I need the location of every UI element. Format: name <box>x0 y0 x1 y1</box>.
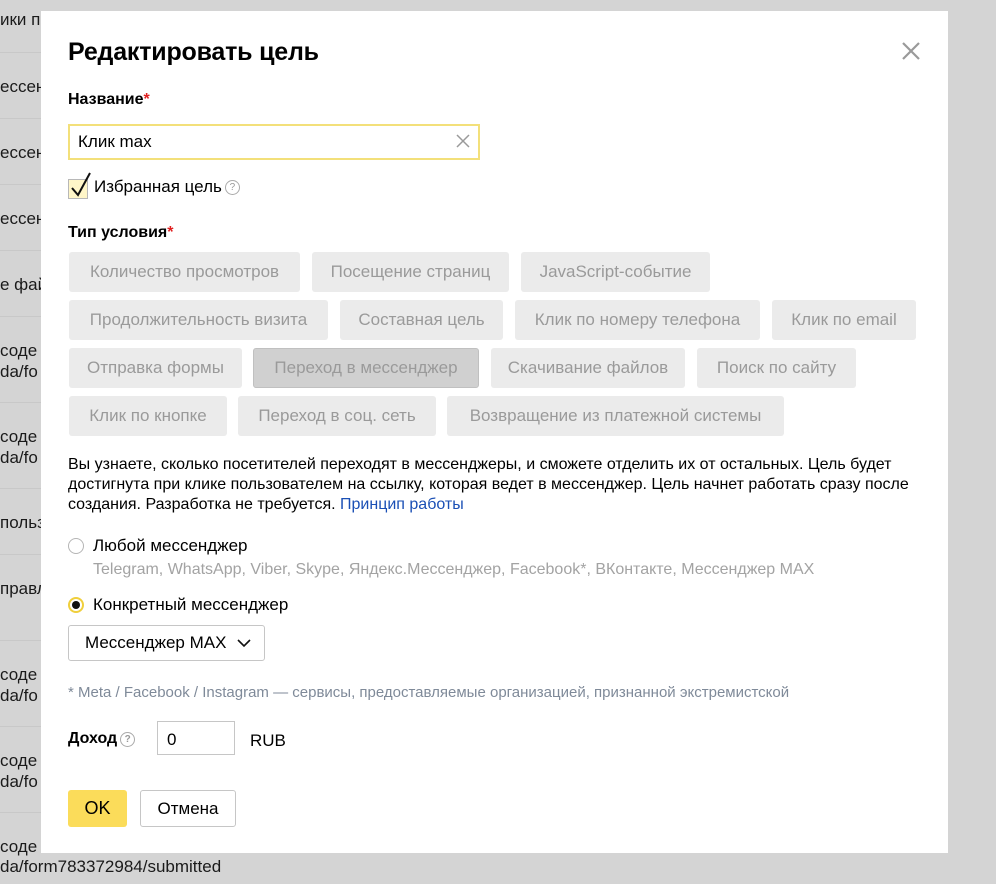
clear-icon[interactable] <box>456 134 470 148</box>
bg-row-text: соде <box>0 665 38 684</box>
income-label-text: Доход <box>68 730 118 747</box>
checkmark-icon <box>71 172 91 197</box>
messenger-select-value: Мессенджер MAX <box>85 633 227 652</box>
name-label-text: Название <box>68 91 144 108</box>
bg-row-text: правл <box>0 579 47 598</box>
edit-goal-dialog: Редактировать цель Название* Избранная ц… <box>41 11 948 853</box>
chip-form-submit[interactable]: Отправка формы <box>69 348 242 388</box>
any-messenger-list: Telegram, WhatsApp, Viber, Skype, Яндекс… <box>93 561 815 578</box>
condition-type-label-text: Тип условия <box>68 224 168 241</box>
chip-button-click[interactable]: Клик по кнопке <box>69 396 227 436</box>
dialog-title: Редактировать цель <box>68 38 319 66</box>
help-icon[interactable]: ? <box>120 731 136 747</box>
bg-row-text: соде <box>0 427 38 446</box>
chip-composite-goal[interactable]: Составная цель <box>340 300 503 340</box>
favorite-checkbox[interactable] <box>68 172 91 199</box>
currency-label: RUB <box>250 731 286 750</box>
cancel-button[interactable]: Отмена <box>140 790 236 827</box>
help-icon[interactable]: ? <box>224 179 240 195</box>
bg-row-text: польз <box>0 513 45 532</box>
radio-specific-messenger[interactable] <box>68 597 84 613</box>
bg-row-text: da/fo <box>0 686 38 705</box>
bg-row-text: da/fo <box>0 772 38 791</box>
description-text: Вы узнаете, сколько посетителей переходя… <box>68 456 909 513</box>
radio-any-messenger[interactable] <box>68 538 84 554</box>
name-label: Название* <box>68 91 150 109</box>
chip-social-network[interactable]: Переход в соц. сеть <box>238 396 436 436</box>
ok-button[interactable]: OK <box>68 790 127 827</box>
chip-messenger-transition[interactable]: Переход в мессенджер <box>253 348 479 388</box>
condition-type-label: Тип условия* <box>68 224 173 242</box>
chip-phone-click[interactable]: Клик по номеру телефона <box>515 300 760 340</box>
chip-email-click[interactable]: Клик по email <box>772 300 916 340</box>
chip-payment-return[interactable]: Возвращение из платежной системы <box>447 396 784 436</box>
messenger-select[interactable]: Мессенджер MAX <box>68 625 265 661</box>
income-input[interactable] <box>167 730 227 750</box>
goal-description: Вы узнаете, сколько посетителей переходя… <box>68 455 928 515</box>
required-mark: * <box>143 91 150 108</box>
bg-row-text: da/fo <box>0 448 38 467</box>
bg-row-text: соде <box>0 751 38 770</box>
bg-row-text: da/fo <box>0 362 38 381</box>
close-icon[interactable] <box>899 39 923 63</box>
bg-row-text: da/form783372984/submitted <box>0 857 222 876</box>
favorite-checkbox-row[interactable]: Избранная цель ? <box>68 172 240 199</box>
chip-page-visit[interactable]: Посещение страниц <box>312 252 509 292</box>
income-label: Доход ? <box>68 730 136 748</box>
required-mark: * <box>167 224 174 241</box>
chevron-down-icon <box>237 639 251 648</box>
chip-file-download[interactable]: Скачивание файлов <box>491 348 685 388</box>
extremist-footnote: * Meta / Facebook / Instagram — сервисы,… <box>68 684 790 701</box>
chip-visit-duration[interactable]: Продолжительность визита <box>69 300 328 340</box>
chip-javascript-event[interactable]: JavaScript-событие <box>521 252 710 292</box>
bg-row-text: соде <box>0 341 38 360</box>
radio-any-messenger-label[interactable]: Любой мессенджер <box>93 536 248 556</box>
name-input[interactable] <box>78 132 448 152</box>
income-field[interactable] <box>157 721 235 755</box>
chip-site-search[interactable]: Поиск по сайту <box>697 348 856 388</box>
bg-row-text: соде <box>0 837 38 856</box>
bg-row-text: ики п <box>0 10 41 29</box>
how-it-works-link[interactable]: Принцип работы <box>340 496 464 513</box>
chip-page-views[interactable]: Количество просмотров <box>69 252 300 292</box>
favorite-label: Избранная цель <box>94 177 222 196</box>
radio-specific-messenger-label[interactable]: Конкретный мессенджер <box>93 595 288 615</box>
name-field[interactable] <box>68 124 480 160</box>
